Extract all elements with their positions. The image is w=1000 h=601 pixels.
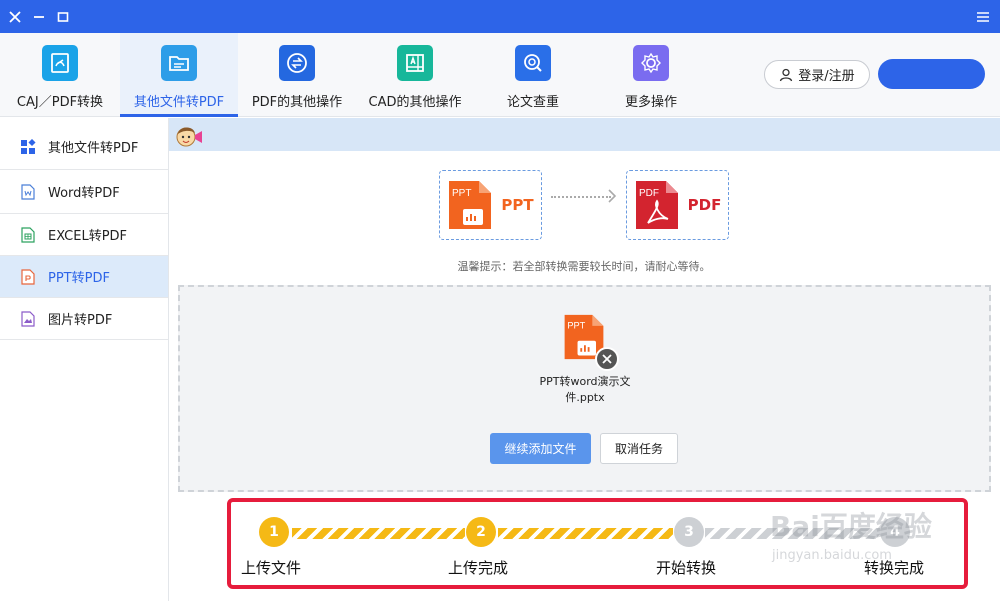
tip-banner (169, 118, 1000, 151)
close-icon (602, 354, 612, 364)
gear-icon (633, 45, 669, 81)
step-2-circle: 2 (466, 517, 496, 547)
step-2-label: 上传完成 (448, 559, 509, 577)
grid-icon (20, 138, 36, 155)
step-4-circle: 4 (880, 517, 910, 547)
source-format-label: PPT (501, 196, 534, 214)
tab-cad-other[interactable]: CAD的其他操作 (356, 33, 474, 117)
sidebar-item-label: 其他文件转PDF (48, 141, 139, 156)
step-progress-bar-3 (705, 528, 880, 539)
tab-pdf-other[interactable]: PDF的其他操作 (238, 33, 356, 117)
step-progress-bar-1 (292, 528, 465, 539)
cancel-task-button[interactable]: 取消任务 (600, 433, 678, 464)
sidebar-item-label: 图片转PDF (48, 313, 113, 328)
login-register-button[interactable]: 登录/注册 (764, 60, 870, 89)
continue-add-files-button[interactable]: 继续添加文件 (490, 433, 591, 464)
sidebar: 其他文件转PDF Word转PDF EXCEL转PDF PPT转PDF 图片转P… (0, 118, 169, 601)
caj-pdf-icon (42, 45, 78, 81)
ppt-file-icon: PPT (449, 181, 492, 229)
file-name: PPT转word演示文 件.pptx (530, 374, 640, 406)
source-format-box: PPT PPT (439, 170, 542, 240)
tab-pdf-other-label: PDF的其他操作 (251, 95, 343, 110)
arrow-right-icon (608, 189, 617, 203)
sidebar-item-other-to-pdf[interactable]: 其他文件转PDF (0, 124, 168, 170)
minimize-icon[interactable] (28, 6, 50, 28)
login-register-label: 登录/注册 (798, 69, 855, 84)
search-check-icon (515, 45, 551, 81)
cad-icon (397, 45, 433, 81)
target-format-label: PDF (687, 196, 722, 214)
step-progress-bar-2 (498, 528, 673, 539)
tab-more[interactable]: 更多操作 (592, 33, 710, 117)
swap-icon (279, 45, 315, 81)
tab-thesis-check-label: 论文查重 (506, 95, 559, 110)
mascot-icon (175, 123, 205, 149)
tab-caj-pdf-label: CAJ／PDF转换 (16, 95, 104, 110)
sidebar-item-label: Word转PDF (48, 186, 120, 201)
sidebar-item-excel-to-pdf[interactable]: EXCEL转PDF (0, 214, 168, 256)
target-format-box: PDF PDF (626, 170, 729, 240)
vip-button[interactable] (878, 59, 985, 89)
sidebar-item-label: EXCEL转PDF (48, 229, 128, 244)
step-3-circle: 3 (674, 517, 704, 547)
step-1-label: 上传文件 (241, 559, 302, 577)
conversion-arrow-line (551, 196, 611, 198)
pdf-file-icon-text: PDF (639, 188, 659, 199)
close-icon[interactable] (4, 6, 26, 28)
menu-icon[interactable] (972, 6, 994, 28)
tab-caj-pdf[interactable]: CAJ／PDF转换 (0, 33, 120, 117)
hint-text: 温馨提示：若全部转换需要较长时间，请耐心等待。 (457, 260, 711, 273)
tab-thesis-check[interactable]: 论文查重 (474, 33, 592, 117)
step-1-circle: 1 (259, 517, 289, 547)
word-doc-icon (20, 183, 36, 200)
remove-file-button[interactable] (595, 347, 619, 371)
tab-cad-other-label: CAD的其他操作 (368, 95, 462, 110)
file-name-line-1: PPT转word演示文 (539, 375, 631, 388)
tab-other-to-pdf-label: 其他文件转PDF (133, 95, 225, 110)
folder-icon (161, 45, 197, 81)
pdf-file-icon: PDF (635, 181, 678, 229)
tab-more-label: 更多操作 (624, 95, 677, 110)
file-icon-text: PPT (567, 321, 585, 331)
sidebar-item-image-to-pdf[interactable]: 图片转PDF (0, 298, 168, 340)
excel-doc-icon (20, 226, 36, 243)
sidebar-item-word-to-pdf[interactable]: Word转PDF (0, 170, 168, 214)
file-name-line-2: 件.pptx (565, 391, 605, 404)
title-bar (0, 0, 1000, 33)
ppt-file-icon-text: PPT (452, 188, 471, 199)
step-4-label: 转换完成 (864, 559, 925, 577)
maximize-icon[interactable] (52, 6, 74, 28)
image-doc-icon (20, 310, 36, 327)
user-icon (780, 68, 793, 81)
progress-steps-highlight (227, 498, 968, 589)
tab-other-to-pdf[interactable]: 其他文件转PDF (120, 33, 238, 117)
step-3-label: 开始转换 (656, 559, 717, 577)
